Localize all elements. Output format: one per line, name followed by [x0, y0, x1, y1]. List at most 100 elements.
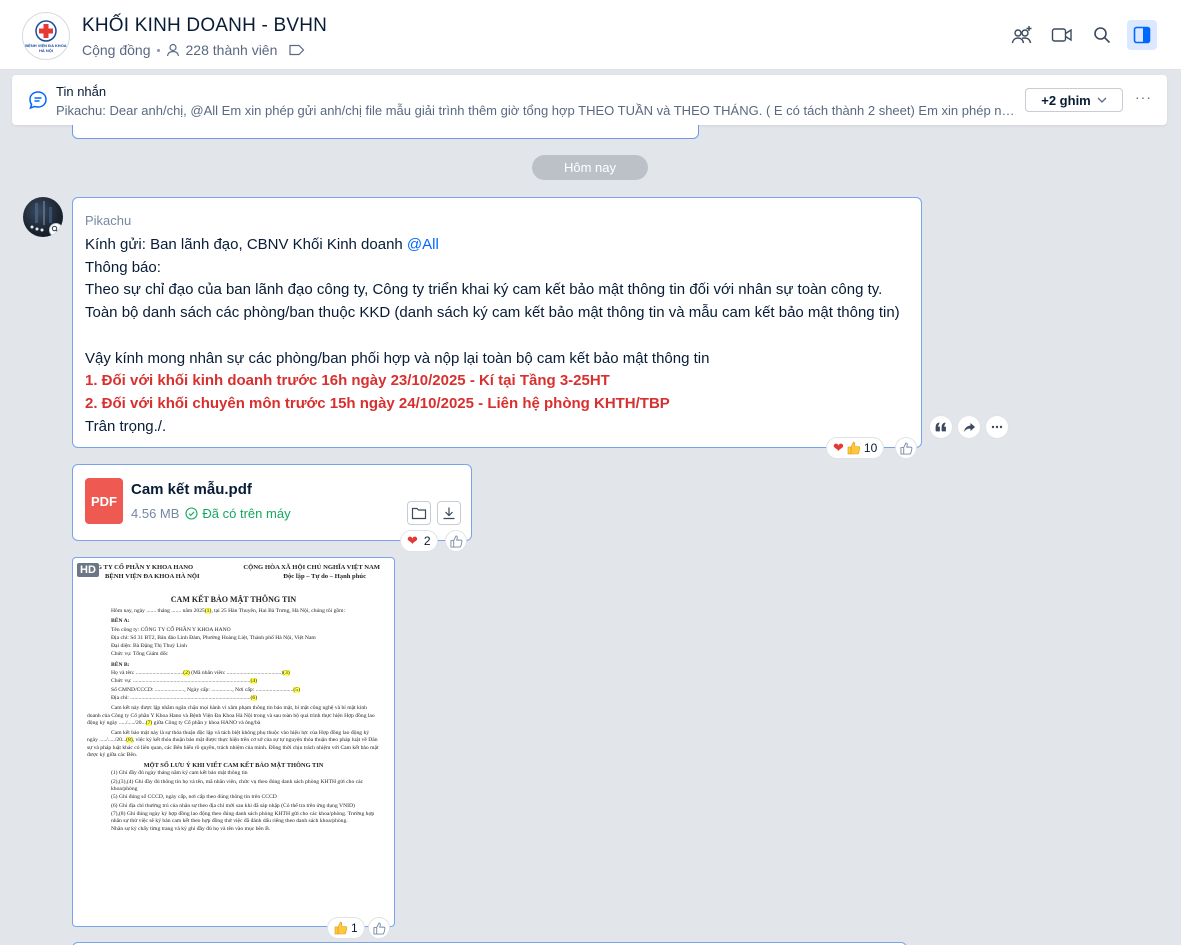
reaction-count: 10 [863, 441, 878, 455]
group-avatar[interactable]: BỆNH VIỆN ĐA KHOA HÀ NỘI [22, 12, 70, 60]
sender-avatar[interactable] [23, 197, 63, 237]
message-line: Toàn bộ danh sách các phòng/ban thuộc KK… [85, 304, 900, 322]
doc-note: (1) Ghi đầy đủ ngày tháng năm ký cam kết… [111, 770, 248, 777]
message-line: Thông báo: [85, 258, 161, 276]
doc-note: (5) Ghi đúng số CCCD, ngày cấp, nơi cấp … [111, 794, 277, 801]
message-actions [930, 416, 1008, 438]
group-type: Cộng đồng [82, 42, 151, 58]
group-title[interactable]: KHỐI KINH DOANH - BVHN [82, 15, 327, 37]
add-member-icon [1011, 26, 1032, 44]
doc-line: Tên công ty: CÔNG TY CỔ PHẦN Y KHOA HANO [111, 626, 231, 633]
pinned-message-bar[interactable]: Tin nhắn Pikachu: Dear anh/chị, @All Em … [12, 75, 1167, 125]
member-count[interactable]: 228 thành viên [186, 42, 278, 58]
thumbs-up-emoji-icon [847, 441, 861, 455]
video-call-button[interactable] [1047, 20, 1077, 50]
image-message-bubble[interactable]: ÔNG TY CỔ PHẦN Y KHOA HANO CỘNG HÒA XÃ HỘ… [72, 557, 395, 927]
doc-paragraph: Cam kết bảo mật này là sự thỏa thuận độc… [87, 730, 379, 759]
avatar-text: BỆNH VIỆN ĐA KHOA HÀ NỘI [25, 42, 67, 53]
thumbs-up-icon [449, 534, 462, 548]
thumbs-up-icon [372, 921, 385, 935]
doc-line: Địa chỉ: ...............................… [111, 694, 258, 701]
heart-icon: ❤ [407, 533, 418, 548]
doc-paragraph: Hôm nay, ngày ....... tháng ....... năm … [111, 608, 346, 614]
check-circle-icon [185, 507, 198, 520]
tag-icon[interactable] [289, 44, 305, 56]
doc-company: ÔNG TY CỔ PHẦN Y KHOA HANO [87, 564, 194, 571]
share-icon [963, 422, 975, 432]
doc-line: Họ và tên: .............................… [111, 670, 290, 677]
file-size: 4.56 MB [131, 506, 180, 521]
doc-line: Số CMND/CCCD: ....................., Ngà… [111, 686, 300, 693]
group-subtitle: Cộng đồng 228 thành viên [82, 42, 305, 58]
hd-badge: HD [77, 563, 99, 577]
separator-dot [156, 48, 160, 52]
doc-hospital: BỆNH VIỆN ĐA KHOA HÀ NỘI [105, 573, 200, 580]
thumbs-up-emoji-icon [334, 921, 348, 935]
previous-message-bubble [72, 125, 699, 139]
doc-title: CAM KẾT BẢO MẬT THÔNG TIN [170, 595, 297, 604]
search-button[interactable] [1087, 20, 1117, 50]
file-actions [407, 501, 461, 525]
download-button[interactable] [437, 501, 461, 525]
doc-line: Đại diện: Bà Đặng Thị Thuỳ Linh [111, 643, 187, 650]
message-bubble[interactable]: Pikachu Kính gửi: Ban lãnh đạo, CBNV Khố… [72, 197, 922, 448]
sidebar-toggle-icon [1133, 26, 1151, 44]
doc-line: Địa chỉ: Số 31 BT2, Bán đảo Linh Đàm, Ph… [111, 634, 316, 641]
quote-button[interactable] [930, 416, 952, 438]
mention-all[interactable]: @All [407, 236, 439, 253]
doc-paragraph: Cam kết này được lập nhằm ngăn chặn mọi … [87, 705, 375, 726]
chevron-down-icon [1097, 97, 1107, 103]
member-icon [166, 43, 179, 57]
file-status: Đã có trên máy [185, 506, 291, 521]
doc-note: (2),(3),(4) Ghi đầy đủ thông tin họ và t… [111, 778, 364, 792]
doc-header-row: BỆNH VIỆN ĐA KHOA HÀ NỘI Độc lập – Tự do … [87, 572, 380, 581]
pinned-count-dropdown[interactable]: +2 ghim [1025, 88, 1123, 112]
pinned-count-label: +2 ghim [1041, 92, 1091, 108]
quote-icon [935, 422, 946, 432]
file-meta: 4.56 MB Đã có trên máy [131, 506, 291, 521]
download-icon [443, 507, 455, 520]
add-member-button[interactable] [1007, 20, 1037, 50]
doc-motto: Độc lập – Tự do – Hạnh phúc [283, 573, 366, 580]
like-button[interactable] [369, 918, 389, 938]
message-line: Theo sự chỉ đạo của ban lãnh đạo công ty… [85, 281, 883, 299]
hospital-logo-icon [35, 19, 57, 42]
message-line: Vậy kính mong nhân sự các phòng/ban phối… [85, 349, 710, 367]
share-button[interactable] [958, 416, 980, 438]
reaction-count: 2 [423, 534, 431, 548]
message-body: Kính gửi: Ban lãnh đạo, CBNV Khối Kinh d… [85, 234, 915, 438]
doc-line: Chức vụ: Tổng Giám đốc [111, 651, 168, 658]
pdf-file-icon: PDF [85, 478, 123, 524]
doc-note: (7),(8) Ghi đúng ngày ký hợp đồng lao độ… [111, 810, 375, 825]
message-reactions[interactable]: ❤ 10 [827, 438, 884, 458]
file-reactions[interactable]: ❤ 2 [401, 531, 437, 551]
folder-icon [411, 507, 427, 520]
doc-party-a: BÊN A: [111, 618, 130, 625]
deadline-line-1: 1. Đối với khối kinh doanh trước 16h ngà… [85, 372, 610, 390]
like-button[interactable] [446, 531, 466, 551]
doc-party-b: BÊN B: [111, 661, 130, 668]
date-divider: Hôm nay [532, 155, 648, 180]
pinned-title: Tin nhắn [56, 84, 107, 99]
more-options-button[interactable] [986, 416, 1008, 438]
image-reactions[interactable]: 1 [328, 918, 364, 938]
file-status-text: Đã có trên máy [202, 506, 291, 521]
like-button[interactable] [896, 438, 916, 458]
file-message-bubble[interactable]: PDF Cam kết mẫu.pdf 4.56 MB Đã có trên m… [72, 464, 472, 541]
pinned-preview: Pikachu: Dear anh/chị, @All Em xin phép … [56, 103, 1016, 118]
greeting-text: Kính gửi: Ban lãnh đạo, CBNV Khối Kinh d… [85, 236, 407, 253]
chat-header: BỆNH VIỆN ĐA KHOA HÀ NỘI KHỐI KINH DOANH… [0, 0, 1181, 70]
video-call-icon [1051, 28, 1072, 42]
chat-bubble-icon [29, 91, 47, 110]
doc-header-row: ÔNG TY CỔ PHẦN Y KHOA HANO CỘNG HÒA XÃ HỘ… [87, 563, 380, 572]
pinned-more-button[interactable]: ··· [1135, 89, 1152, 105]
message-sender: Pikachu [85, 213, 132, 228]
doc-note: Nhân sự ký chấy từng trang và ký ghi đầy… [111, 826, 271, 833]
file-name[interactable]: Cam kết mẫu.pdf [131, 481, 252, 498]
open-folder-button[interactable] [407, 501, 431, 525]
doc-note: (6) Ghi địa chỉ thường trú của nhân sự t… [111, 802, 355, 809]
more-icon [991, 425, 1003, 429]
sidebar-toggle-button[interactable] [1127, 20, 1157, 50]
message-line: Kính gửi: Ban lãnh đạo, CBNV Khối Kinh d… [85, 234, 915, 257]
